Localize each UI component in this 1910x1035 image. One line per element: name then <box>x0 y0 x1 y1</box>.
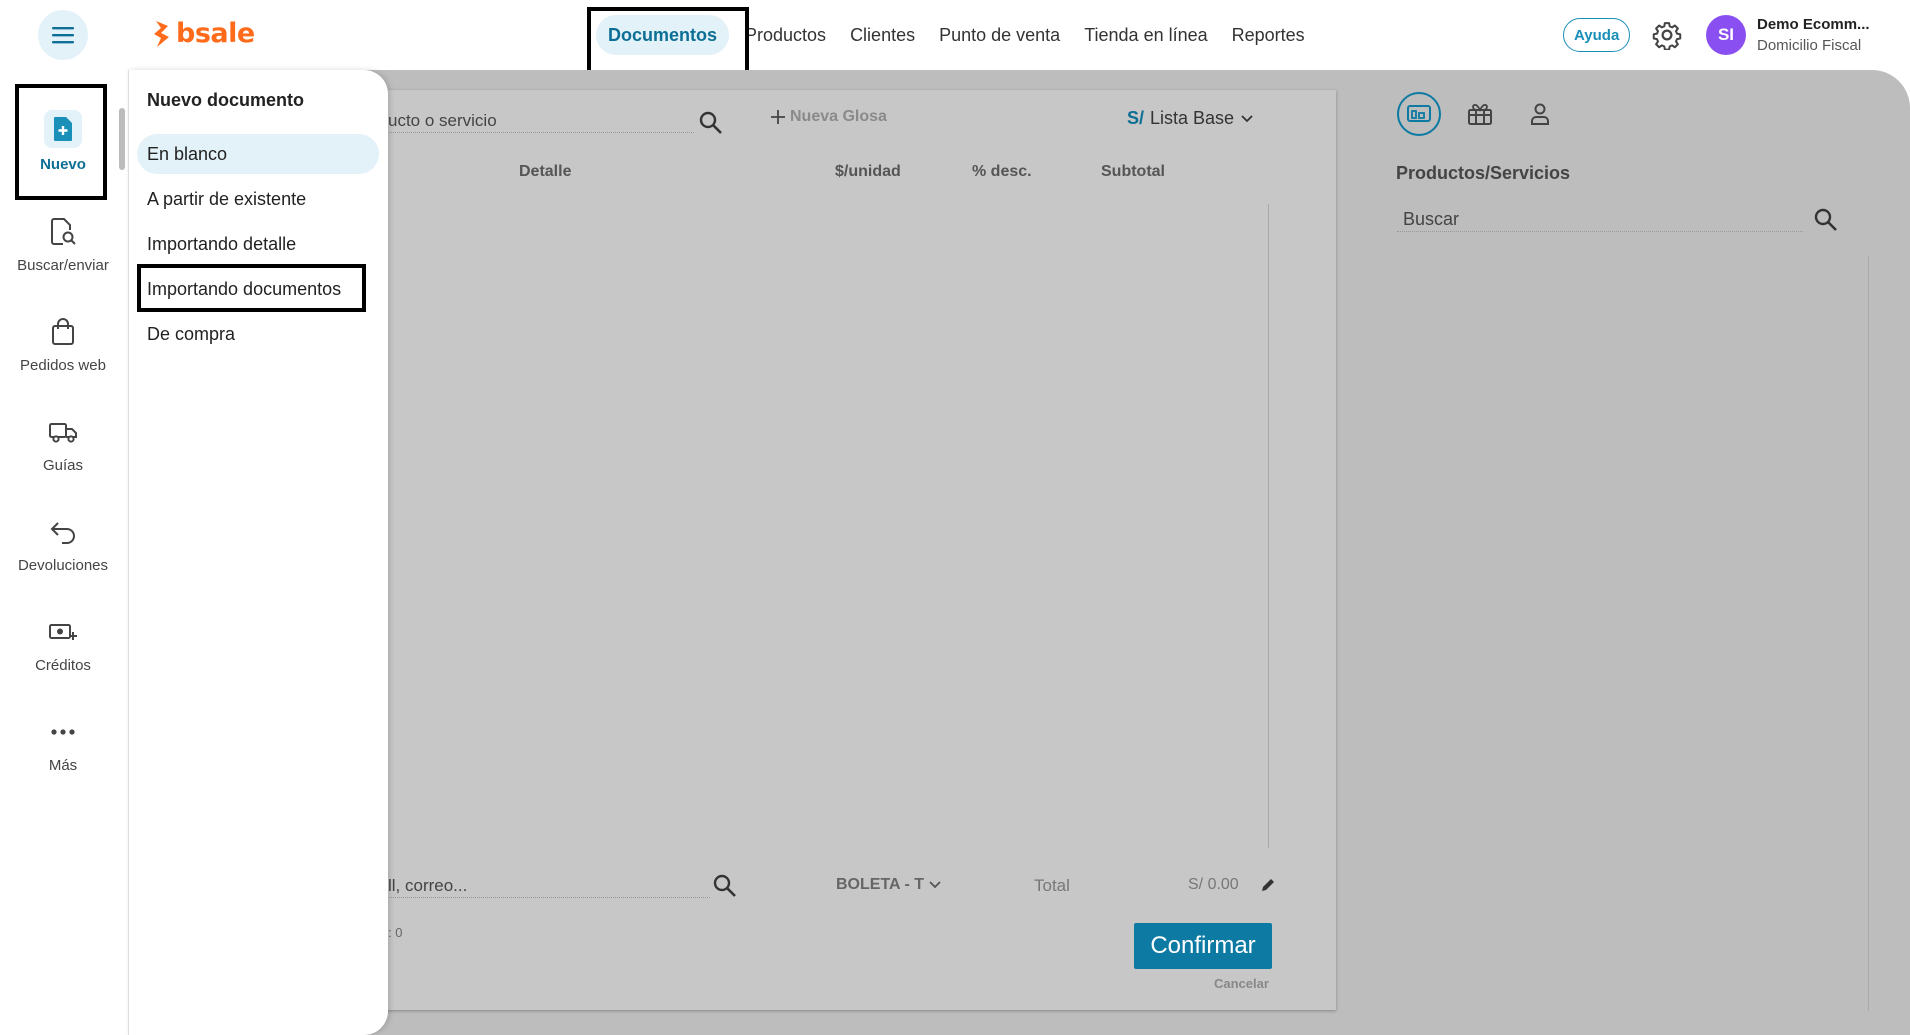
sidebar-item-creditos[interactable]: Créditos <box>0 615 126 674</box>
sidebar-label-mas: Más <box>48 757 78 774</box>
tab-pos-device[interactable] <box>1397 92 1441 136</box>
product-search-underline <box>380 132 694 133</box>
user-avatar[interactable]: SI <box>1706 15 1746 55</box>
sidebar-item-pedidos-web[interactable]: Pedidos web <box>0 315 126 374</box>
panel-drag-handle <box>119 108 125 170</box>
nueva-glosa-button[interactable]: Nueva Glosa <box>770 108 887 126</box>
nueva-glosa-label: Nueva Glosa <box>790 108 887 125</box>
pos-device-icon <box>1407 105 1431 122</box>
chevron-down-icon <box>1241 114 1253 122</box>
gear-icon[interactable] <box>1652 20 1682 50</box>
user-name[interactable]: Demo Ecomm... <box>1757 16 1870 33</box>
sidebar-item-mas[interactable]: Más <box>0 715 126 774</box>
dropdown-item-en-blanco[interactable]: En blanco <box>137 134 379 174</box>
sidebar-label-creditos: Créditos <box>35 657 91 674</box>
total-label: Total <box>1034 876 1070 895</box>
nav-punto-de-venta[interactable]: Punto de venta <box>927 15 1072 55</box>
sidebar-item-nuevo[interactable]: Nuevo <box>0 110 126 173</box>
nav-reportes[interactable]: Reportes <box>1220 15 1317 55</box>
sidebar-label-pedidos-web: Pedidos web <box>20 357 106 374</box>
client-search-underline <box>380 897 710 898</box>
shopping-bag-icon <box>46 315 80 349</box>
price-list-select[interactable]: S/ Lista Base <box>1127 108 1254 129</box>
person-icon <box>1531 103 1549 125</box>
sidebar-item-devoluciones[interactable]: Devoluciones <box>0 515 126 574</box>
nav-productos[interactable]: Productos <box>733 15 838 55</box>
client-search-icon[interactable] <box>712 873 738 899</box>
tab-gift[interactable] <box>1458 92 1502 136</box>
products-search-underline <box>1397 231 1803 232</box>
nav-clientes[interactable]: Clientes <box>838 15 927 55</box>
document-card <box>380 90 1336 1010</box>
plus-icon <box>771 110 785 124</box>
price-list-label: Lista Base <box>1150 108 1235 128</box>
search-document-icon <box>46 215 80 249</box>
truck-icon <box>46 415 80 449</box>
column-detalle: Detalle <box>519 163 572 180</box>
dropdown-item-de-compra[interactable]: De compra <box>137 314 379 354</box>
return-arrow-icon <box>46 515 80 549</box>
user-subtitle: Domicilio Fiscal <box>1757 37 1862 54</box>
gift-icon <box>1468 103 1492 125</box>
column-descuento: % desc. <box>972 163 1032 180</box>
sidebar-item-guias[interactable]: Guías <box>0 415 126 474</box>
detail-scrollbar-track[interactable] <box>1268 204 1269 848</box>
nav-tienda-en-linea[interactable]: Tienda en línea <box>1072 15 1219 55</box>
product-search-input[interactable]: ucto o servicio <box>388 111 497 131</box>
document-type-select[interactable]: BOLETA - T <box>836 876 942 894</box>
total-value: S/ 0.00 <box>1188 876 1239 893</box>
confirm-button[interactable]: Confirmar <box>1134 923 1272 969</box>
bsale-logo-mark-icon <box>154 20 169 47</box>
more-dots-icon <box>46 715 80 749</box>
chevron-down-icon <box>929 881 941 889</box>
cash-plus-icon <box>46 615 80 649</box>
products-panel-title: Productos/Servicios <box>1396 163 1571 183</box>
new-document-icon <box>44 110 82 148</box>
logo-text: bsale <box>176 18 255 49</box>
document-type-label: BOLETA - T <box>836 876 924 893</box>
products-search-icon[interactable] <box>1813 207 1839 233</box>
tab-person[interactable] <box>1518 92 1562 136</box>
nav-documentos[interactable]: Documentos <box>596 15 730 55</box>
main-nav: Documentos Productos Clientes Punto de v… <box>596 0 1317 70</box>
sidebar-label-guias: Guías <box>42 457 84 474</box>
dropdown-item-a-partir-de-existente[interactable]: A partir de existente <box>137 179 379 219</box>
dropdown-title: Nuevo documento <box>147 90 305 110</box>
column-precio-unidad: $/unidad <box>835 163 901 180</box>
edit-pencil-icon[interactable] <box>1260 877 1276 893</box>
help-button[interactable]: Ayuda <box>1563 18 1631 52</box>
client-search-input[interactable]: ll, correo... <box>388 876 467 896</box>
sidebar-label-buscar-enviar: Buscar/enviar <box>17 257 109 274</box>
column-subtotal: Subtotal <box>1101 163 1165 180</box>
bsale-logo[interactable]: bsale <box>152 18 255 49</box>
sidebar-label-devoluciones: Devoluciones <box>17 557 109 574</box>
top-bar: bsale Documentos Productos Clientes Punt… <box>0 0 1910 70</box>
product-search-icon[interactable] <box>698 110 724 136</box>
sidebar-item-buscar-enviar[interactable]: Buscar/enviar <box>0 215 126 274</box>
hamburger-menu-button[interactable] <box>38 10 88 60</box>
sidebar-label-nuevo: Nuevo <box>40 156 86 173</box>
hamburger-icon <box>52 27 74 44</box>
dropdown-item-importando-documentos[interactable]: Importando documentos <box>137 269 379 309</box>
currency-symbol: S/ <box>1127 108 1145 128</box>
dropdown-item-importando-detalle[interactable]: Importando detalle <box>137 224 379 264</box>
products-search-input[interactable]: Buscar <box>1403 209 1459 230</box>
cancel-link[interactable]: Cancelar <box>1214 976 1269 991</box>
products-scrollbar-track[interactable] <box>1868 256 1869 1011</box>
item-count: : 0 <box>388 925 403 940</box>
